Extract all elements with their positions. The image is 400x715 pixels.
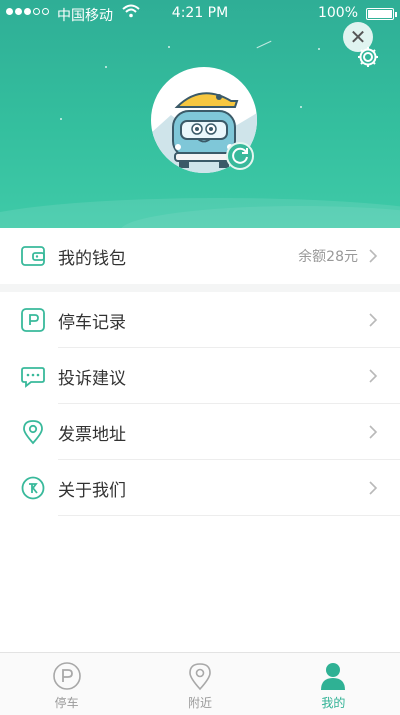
chevron-right-icon bbox=[369, 369, 378, 383]
chevron-right-icon bbox=[369, 425, 378, 439]
menu-item-label: 停车记录 bbox=[58, 312, 126, 333]
tab-label: 我的 bbox=[321, 696, 346, 710]
wallet-label: 我的钱包 bbox=[58, 248, 126, 269]
menu-item-parking-records[interactable]: 停车记录 bbox=[0, 292, 400, 348]
chevron-right-icon bbox=[369, 313, 378, 327]
chevron-right-icon bbox=[369, 249, 378, 263]
chevron-right-icon bbox=[369, 481, 378, 495]
avatar-edit-badge[interactable] bbox=[226, 142, 254, 170]
content-background bbox=[0, 517, 400, 652]
star bbox=[60, 118, 62, 120]
location-icon bbox=[20, 419, 46, 445]
wallet-icon bbox=[20, 243, 46, 269]
parking-icon bbox=[20, 307, 46, 333]
battery-percent: 100% bbox=[317, 5, 358, 21]
location-tab-icon bbox=[189, 663, 211, 691]
tab-nearby[interactable]: 附近 bbox=[133, 653, 266, 715]
profile-header: 中国移动 4:21 PM 100% ✕ bbox=[0, 0, 400, 228]
star bbox=[105, 66, 107, 68]
menu-item-label: 发票地址 bbox=[58, 424, 126, 445]
star bbox=[318, 48, 320, 50]
menu-item-about-us[interactable]: 关于我们 bbox=[0, 460, 400, 516]
wallet-balance: 余额28元 bbox=[298, 249, 358, 265]
wallet-section: 我的钱包 余额28元 bbox=[0, 228, 400, 284]
star bbox=[300, 106, 302, 108]
star bbox=[168, 46, 170, 48]
tab-label: 附近 bbox=[187, 696, 212, 710]
status-bar: 中国移动 4:21 PM 100% bbox=[0, 0, 400, 28]
tab-parking[interactable]: 停车 bbox=[0, 653, 133, 715]
refresh-icon bbox=[232, 147, 248, 164]
logo-icon bbox=[20, 475, 46, 501]
menu-item-feedback[interactable]: 投诉建议 bbox=[0, 348, 400, 404]
tab-bar: 停车 附近 我的 bbox=[0, 652, 400, 715]
menu-item-invoice-address[interactable]: 发票地址 bbox=[0, 404, 400, 460]
gear-icon[interactable] bbox=[355, 44, 381, 70]
shooting-star bbox=[256, 40, 272, 49]
menu-item-label: 关于我们 bbox=[58, 480, 126, 501]
battery-icon bbox=[366, 8, 397, 20]
wallet-row[interactable]: 我的钱包 余额28元 bbox=[0, 228, 400, 284]
tab-label: 停车 bbox=[54, 696, 79, 710]
tab-mine[interactable]: 我的 bbox=[267, 653, 400, 715]
menu-item-label: 投诉建议 bbox=[58, 368, 126, 389]
person-icon bbox=[321, 663, 346, 690]
chat-icon bbox=[20, 363, 46, 389]
menu-list: 停车记录 投诉建议 发票地址 关于我们 bbox=[0, 292, 400, 517]
parking-tab-icon bbox=[52, 662, 81, 690]
